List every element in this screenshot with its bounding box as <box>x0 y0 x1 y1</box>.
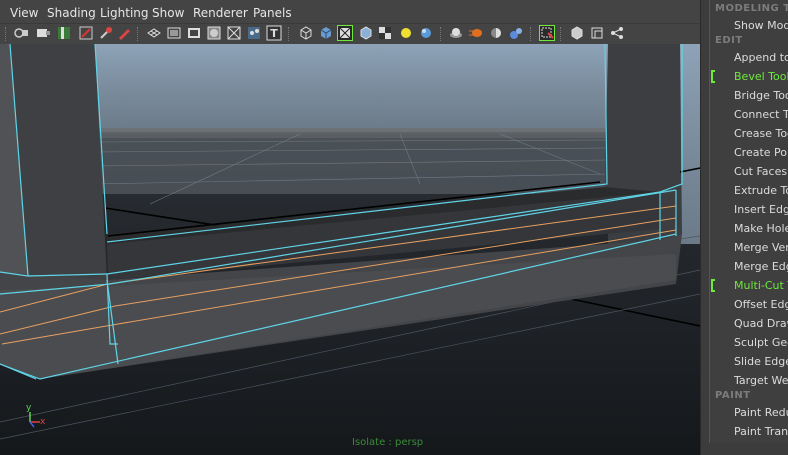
menu-shading[interactable]: Shading <box>47 6 96 20</box>
section-header-edit: EDIT <box>715 35 743 46</box>
menu-show[interactable]: Show <box>152 6 184 20</box>
xray-icon[interactable] <box>358 25 374 41</box>
perspective-viewport[interactable]: y x <box>0 44 700 455</box>
tool-extrude[interactable]: Extrude Too <box>734 184 788 197</box>
tool-bevel[interactable]: Bevel Tool <box>734 70 788 83</box>
tool-multi-cut[interactable]: Multi-Cut To <box>734 279 788 292</box>
tool-crease[interactable]: Crease Too <box>734 127 788 140</box>
tool-target-weld[interactable]: Target Weld <box>734 374 788 387</box>
menu-panels[interactable]: Panels <box>253 6 292 20</box>
section-header-paint: PAINT <box>715 390 751 401</box>
svg-text:T: T <box>270 27 278 40</box>
safe-action-icon[interactable] <box>246 25 262 41</box>
film-gate-icon[interactable] <box>166 25 182 41</box>
tool-paint-transfer-attributes[interactable]: Paint Transf <box>734 425 788 438</box>
gate-mask-icon[interactable] <box>206 25 222 41</box>
tool-make-hole[interactable]: Make Hole T <box>734 222 788 235</box>
motion-blur-icon[interactable] <box>468 25 484 41</box>
menu-view[interactable]: View <box>10 6 38 20</box>
toolbar-separator <box>137 27 140 41</box>
viewport-menu-bar: View Shading Lighting Show Renderer Pane… <box>0 0 700 24</box>
xray-active-components-icon[interactable] <box>589 25 605 41</box>
tool-slide-edge[interactable]: Slide Edge T <box>734 355 788 368</box>
menu-lighting[interactable]: Lighting <box>100 6 149 20</box>
xray-joints-icon[interactable] <box>569 25 585 41</box>
panel-title: MODELING TO <box>715 3 788 14</box>
grid-icon[interactable] <box>146 25 162 41</box>
safe-title-icon[interactable]: T <box>266 25 282 41</box>
wireframe-on-shaded-icon[interactable] <box>337 25 353 41</box>
tool-quad-draw[interactable]: Quad Draw <box>734 317 788 330</box>
two-d-pan-zoom-icon[interactable] <box>98 25 114 41</box>
anti-aliasing-icon[interactable] <box>488 25 504 41</box>
tool-sculpt-geometry[interactable]: Sculpt Geom <box>734 336 788 349</box>
active-tool-marker <box>711 70 715 83</box>
depth-of-field-icon[interactable] <box>508 25 524 41</box>
active-tool-marker <box>711 279 715 292</box>
grease-pencil-icon[interactable] <box>116 25 132 41</box>
toolbar-separator <box>288 27 291 41</box>
tool-show-mode[interactable]: Show Mode <box>734 19 788 32</box>
tool-cut-faces[interactable]: Cut Faces T <box>734 165 788 178</box>
toolbar-separator <box>560 27 563 41</box>
tool-create-polygon[interactable]: Create Poly <box>734 146 788 159</box>
tool-connect[interactable]: Connect To <box>734 108 788 121</box>
tool-list: MODELING TO Show Mode EDIT Append to P B… <box>709 0 788 443</box>
screen-space-ao-icon[interactable] <box>448 25 464 41</box>
wireframe-icon[interactable] <box>298 25 314 41</box>
field-chart-icon[interactable] <box>226 25 242 41</box>
axis-y-label: y <box>26 403 32 413</box>
bookmarks-icon[interactable] <box>56 25 72 41</box>
resolution-gate-icon[interactable] <box>186 25 202 41</box>
isolate-select-icon[interactable] <box>539 25 555 41</box>
viewport-toolbar: T <box>0 24 700 44</box>
image-plane-icon[interactable] <box>78 25 94 41</box>
smooth-shade-icon[interactable] <box>318 25 334 41</box>
tool-merge-vertex[interactable]: Merge Verte <box>734 241 788 254</box>
shadows-icon[interactable] <box>418 25 434 41</box>
modeling-toolkit-panel: MODELING TO Show Mode EDIT Append to P B… <box>700 0 788 455</box>
menu-renderer[interactable]: Renderer <box>193 6 248 20</box>
select-camera-icon[interactable] <box>13 25 29 41</box>
use-all-lights-icon[interactable] <box>398 25 414 41</box>
component-display-icon[interactable] <box>609 25 625 41</box>
isolate-hud-label: Isolate : persp <box>352 437 424 448</box>
toolbar-separator <box>530 27 533 41</box>
tool-merge-edge[interactable]: Merge Edge <box>734 260 788 273</box>
tool-offset-edge-loop[interactable]: Offset Edge <box>734 298 788 311</box>
tool-paint-reduce-weights[interactable]: Paint Reduc <box>734 406 788 419</box>
viewport-scene <box>0 44 700 455</box>
textured-icon[interactable] <box>377 25 393 41</box>
tool-insert-edge-loop[interactable]: Insert Edge <box>734 203 788 216</box>
tool-append-to-polygon[interactable]: Append to P <box>734 51 788 64</box>
axis-x-label: x <box>40 417 46 427</box>
tool-bridge[interactable]: Bridge Tool <box>734 89 788 102</box>
toolbar-separator <box>440 27 443 41</box>
toolbar-separator <box>5 27 8 41</box>
camera-attributes-icon[interactable] <box>35 25 51 41</box>
